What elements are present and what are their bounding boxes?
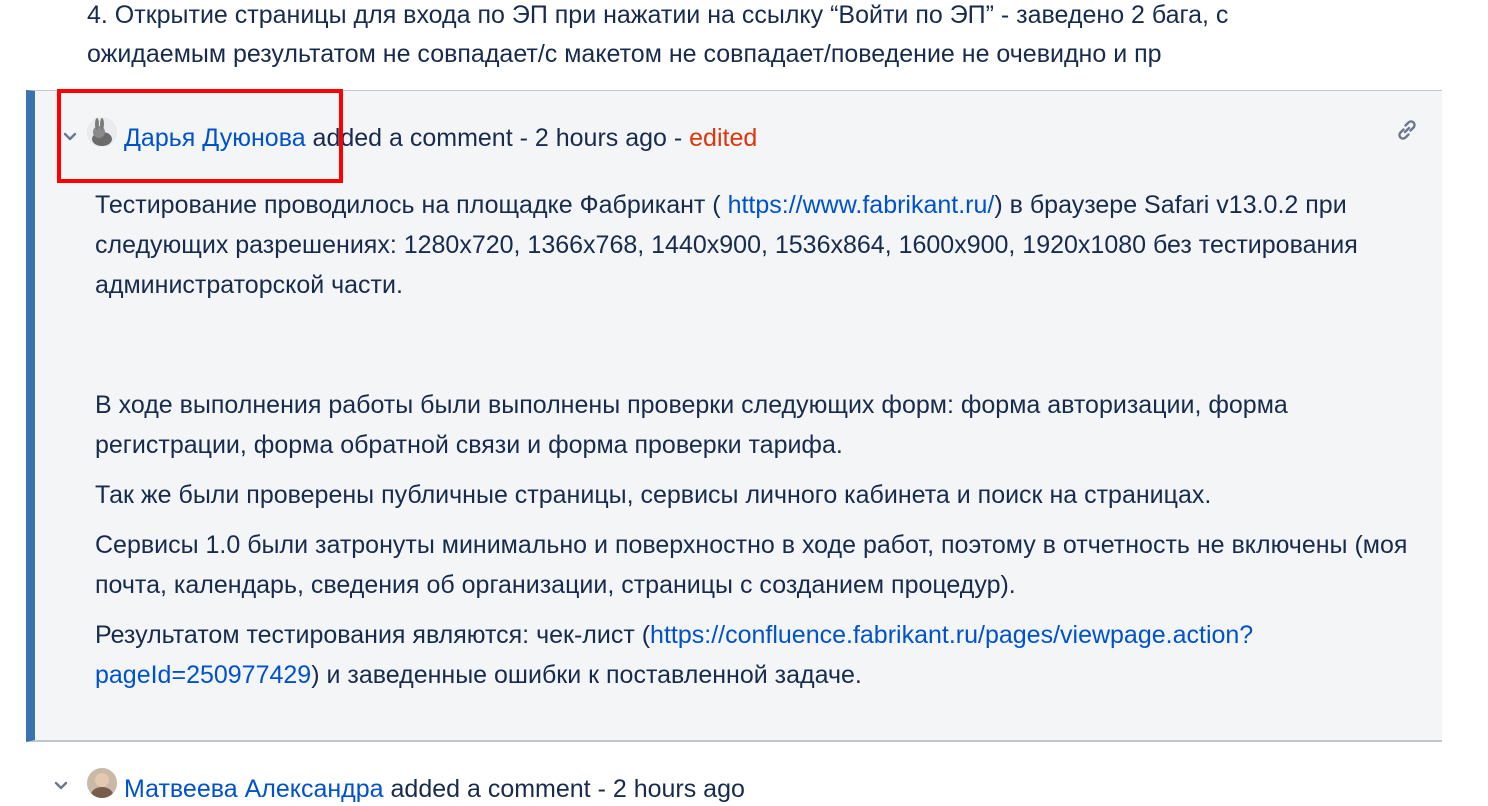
paragraph: В ходе выполнения работы были выполнены … [95,391,1288,459]
paragraph: Результатом тестирования являются: чек-л… [95,615,1435,695]
author-link[interactable]: Матвеева Александра [124,775,384,803]
text: Тестирование проводилось на площадке Фаб… [95,191,728,219]
fabrikant-link[interactable]: https://www.fabrikant.ru/ [728,191,995,219]
comment-action-text: added a comment - 2 hours ago [383,775,745,803]
comment-body: Тестирование проводилось на площадке Фаб… [95,185,1435,705]
user-avatar-icon [87,768,117,798]
paragraph: Сервисы 1.0 были затронуты минимально и … [95,531,1408,599]
avatar[interactable] [87,768,117,798]
text: ) и заведенные ошибки к поставленной зад… [311,661,862,689]
text: Результатом тестирования являются: чек-л… [95,621,651,649]
paragraph: Так же были проверены публичные страницы… [95,481,1212,509]
text-line: 4. Открытие страницы для входа по ЭП при… [87,1,1229,29]
highlight-box [57,89,343,183]
empty-paragraph [95,315,1435,385]
permalink-icon[interactable] [1394,117,1420,143]
previous-comment-text: 4. Открытие страницы для входа по ЭП при… [87,0,1457,74]
paragraph: Тестирование проводилось на площадке Фаб… [95,185,1435,305]
edited-label[interactable]: edited [689,124,757,152]
text-line: ожидаемым результатом не совпадает/с мак… [87,40,1162,68]
comment-expanded: Дарья Дуюнова added a comment - 2 hours … [26,90,1442,742]
comment-action-text: added a comment - 2 hours ago - [305,124,690,152]
chevron-down-icon[interactable] [52,776,70,794]
comment-header: Матвеева Александра added a comment - 2 … [124,772,745,806]
